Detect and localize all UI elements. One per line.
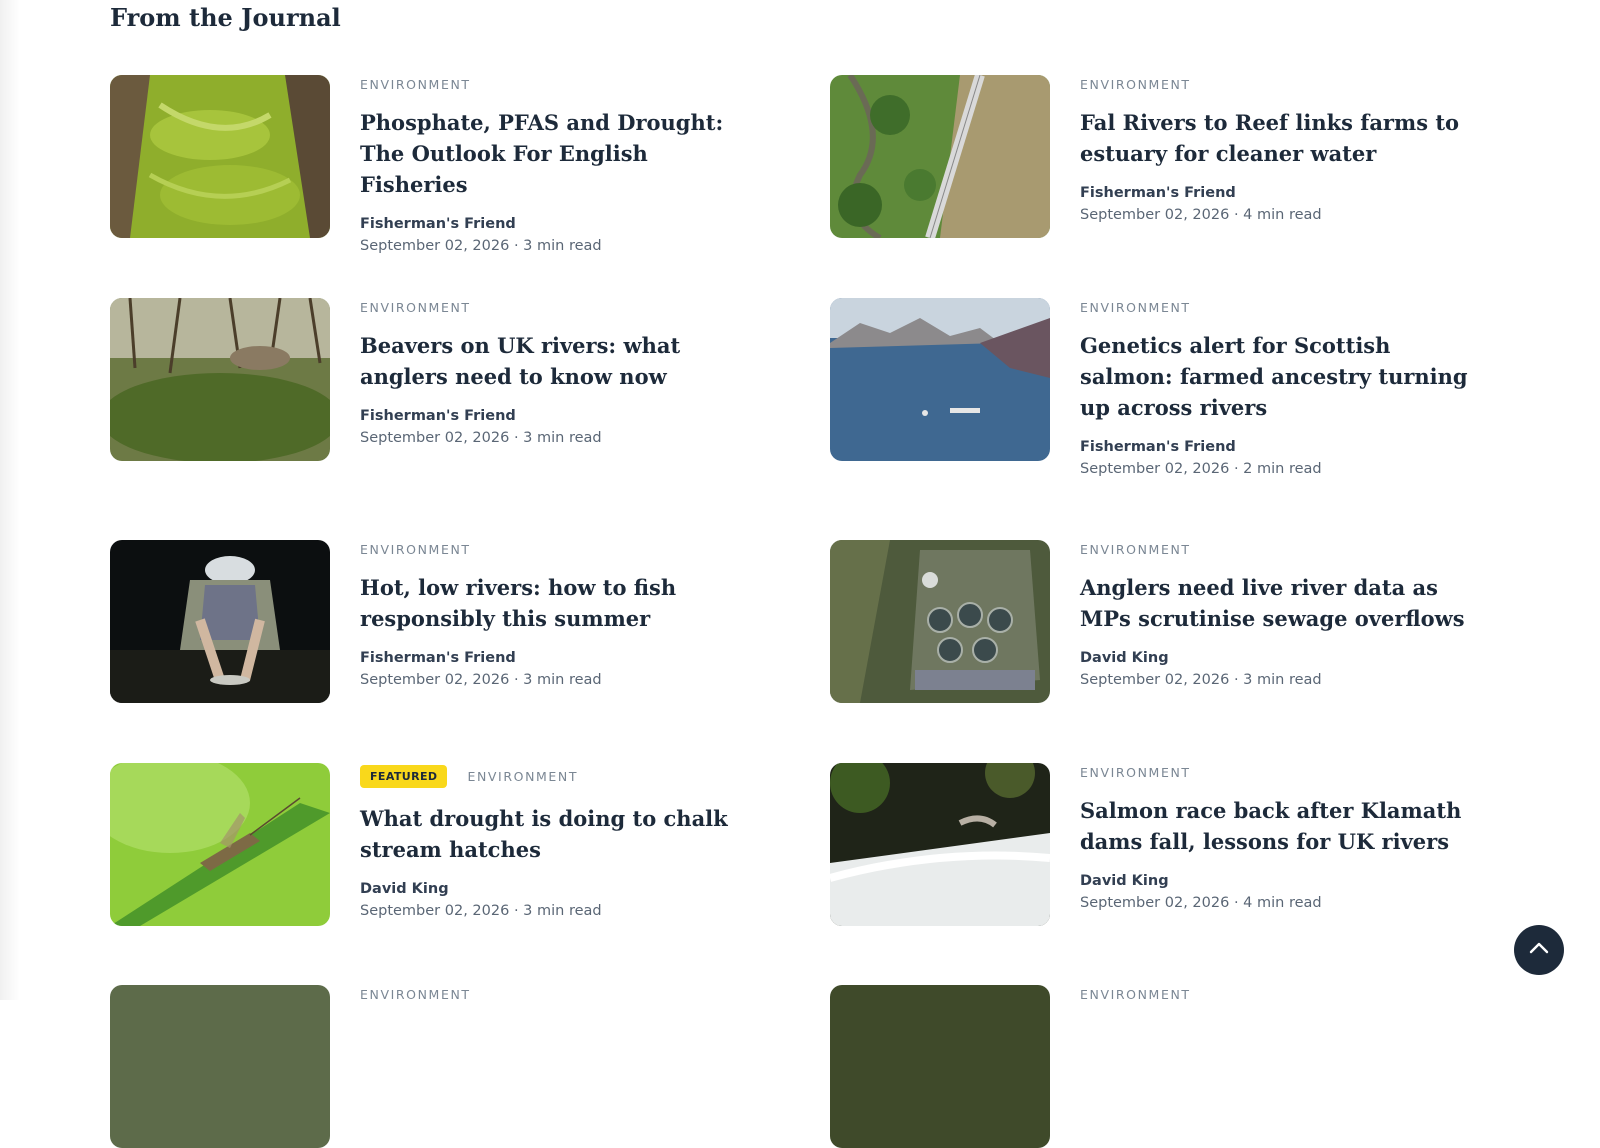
article-title[interactable]: What drought is doing to chalk stream ha… [360,803,760,865]
article-meta: September 02, 2026 · 4 min read [1080,895,1480,911]
article-author[interactable]: David King [1080,650,1480,666]
article-date: September 02, 2026 [360,672,510,688]
back-to-top-button[interactable] [1514,925,1564,975]
article-title[interactable]: Anglers need live river data as MPs scru… [1080,572,1480,634]
article-date: September 02, 2026 [1080,207,1230,223]
meta-separator: · [513,672,519,688]
meta-separator: · [513,430,519,446]
article-title[interactable]: Hot, low rivers: how to fish responsibly… [360,572,760,634]
article-read-time: 3 min read [523,238,602,254]
meta-separator: · [1233,672,1239,688]
article-category[interactable]: ENVIRONMENT [360,987,471,1002]
article-title[interactable]: Beavers on UK rivers: what anglers need … [360,330,760,392]
article-title[interactable]: Phosphate, PFAS and Drought: The Outlook… [360,107,760,200]
meta-separator: · [1233,461,1239,477]
article-read-time: 3 min read [523,672,602,688]
article-author[interactable]: David King [1080,873,1480,889]
article-meta: September 02, 2026 · 4 min read [1080,207,1480,223]
article-date: September 02, 2026 [1080,672,1230,688]
article-date: September 02, 2026 [360,238,510,254]
article-thumbnail-algae-canal[interactable] [110,75,330,238]
article-category[interactable]: ENVIRONMENT [1080,300,1191,315]
article-category[interactable]: ENVIRONMENT [467,769,578,784]
article-thumbnail-partial[interactable] [110,985,330,1148]
article-thumbnail-sewage-works-aerial[interactable] [830,540,1050,703]
article-category[interactable]: ENVIRONMENT [360,77,471,92]
article-category[interactable]: ENVIRONMENT [1080,765,1191,780]
article-thumbnail-angler-releasing-fish[interactable] [110,540,330,703]
page-edge-shadow [0,0,20,1000]
article-meta: September 02, 2026 · 3 min read [360,672,760,688]
article-thumbnail-leaping-salmon[interactable] [830,763,1050,926]
article-read-time: 4 min read [1243,895,1322,911]
article-date: September 02, 2026 [360,903,510,919]
article-meta: September 02, 2026 · 3 min read [360,903,760,919]
article-category[interactable]: ENVIRONMENT [1080,542,1191,557]
article-title[interactable]: Salmon race back after Klamath dams fall… [1080,795,1480,857]
article-author[interactable]: Fisherman's Friend [1080,185,1480,201]
meta-separator: · [513,238,519,254]
article-meta: September 02, 2026 · 3 min read [1080,672,1480,688]
featured-badge: FEATURED [360,764,448,788]
article-category[interactable]: ENVIRONMENT [360,300,471,315]
meta-separator: · [1233,895,1239,911]
article-thumbnail-aerial-river-road[interactable] [830,75,1050,238]
chevron-up-icon [1526,935,1552,966]
article-category[interactable]: ENVIRONMENT [1080,77,1191,92]
article-thumbnail-mayfly-on-grass[interactable] [110,763,330,926]
article-category[interactable]: ENVIRONMENT [360,542,471,557]
meta-separator: · [1233,207,1239,223]
article-author[interactable]: Fisherman's Friend [360,408,760,424]
article-meta: September 02, 2026 · 3 min read [360,238,760,254]
article-thumbnail-partial[interactable] [830,985,1050,1148]
article-meta: September 02, 2026 · 3 min read [360,430,760,446]
meta-separator: · [513,903,519,919]
article-date: September 02, 2026 [360,430,510,446]
article-read-time: 3 min read [523,430,602,446]
article-author[interactable]: Fisherman's Friend [360,650,760,666]
article-read-time: 3 min read [523,903,602,919]
article-read-time: 2 min read [1243,461,1322,477]
article-author[interactable]: Fisherman's Friend [360,216,760,232]
article-category[interactable]: ENVIRONMENT [1080,987,1191,1002]
article-title[interactable]: Fal Rivers to Reef links farms to estuar… [1080,107,1480,169]
article-author[interactable]: Fisherman's Friend [1080,439,1480,455]
article-title[interactable]: Genetics alert for Scottish salmon: farm… [1080,330,1480,423]
article-thumbnail-salmon-farm-loch[interactable] [830,298,1050,461]
article-read-time: 3 min read [1243,672,1322,688]
article-date: September 02, 2026 [1080,895,1230,911]
article-thumbnail-beaver-dam[interactable] [110,298,330,461]
article-date: September 02, 2026 [1080,461,1230,477]
section-title: From the Journal [110,3,341,32]
article-author[interactable]: David King [360,881,760,897]
article-read-time: 4 min read [1243,207,1322,223]
article-meta: September 02, 2026 · 2 min read [1080,461,1480,477]
